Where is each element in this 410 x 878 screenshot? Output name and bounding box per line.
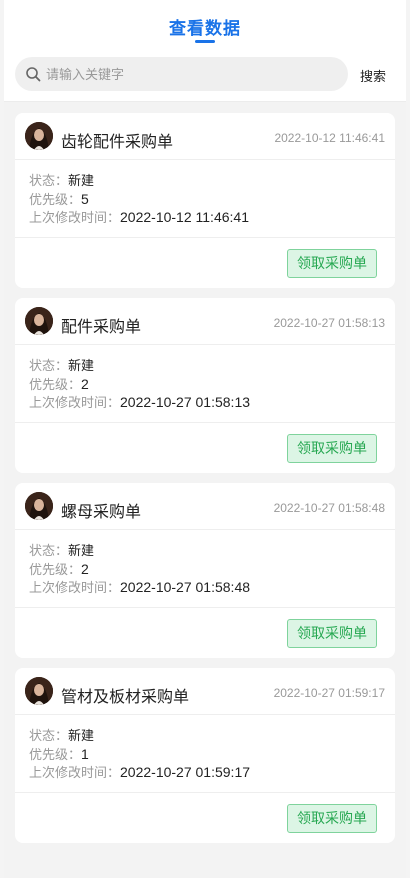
- modified-value: 2022-10-27 01:58:48: [120, 579, 251, 595]
- modified-label: 上次修改时间：: [29, 765, 121, 780]
- avatar: [25, 492, 53, 520]
- card-title: 管材及板材采购单: [61, 689, 190, 706]
- priority-value: 2: [81, 561, 89, 577]
- tab-active-indicator: [195, 40, 215, 43]
- card-details: 状态：新建 优先级：2 上次修改时间：2022-10-27 01:58:48: [15, 530, 395, 608]
- priority-row: 优先级：5: [29, 190, 395, 208]
- claim-order-button[interactable]: 领取采购单: [287, 434, 377, 463]
- priority-value: 1: [81, 746, 89, 762]
- card-timestamp: 2022-10-27 01:59:17: [273, 686, 385, 700]
- status-row: 状态：新建: [29, 172, 395, 190]
- modified-value: 2022-10-27 01:59:17: [120, 764, 251, 780]
- modified-value: 2022-10-12 11:46:41: [120, 209, 249, 225]
- order-card[interactable]: 齿轮配件采购单 2022-10-12 11:46:41 状态：新建 优先级：5 …: [15, 113, 395, 288]
- priority-value: 5: [81, 191, 89, 207]
- card-header: 配件采购单 2022-10-27 01:58:13: [15, 298, 395, 345]
- priority-row: 优先级：1: [29, 745, 395, 763]
- card-timestamp: 2022-10-12 11:46:41: [274, 131, 385, 145]
- status-row: 状态：新建: [29, 357, 395, 375]
- avatar: [25, 677, 53, 705]
- priority-label: 优先级：: [29, 377, 82, 392]
- order-card[interactable]: 管材及板材采购单 2022-10-27 01:59:17 状态：新建 优先级：1…: [15, 668, 395, 843]
- card-details: 状态：新建 优先级：5 上次修改时间：2022-10-12 11:46:41: [15, 160, 395, 238]
- avatar: [25, 307, 53, 335]
- priority-label: 优先级：: [29, 562, 82, 577]
- search-box[interactable]: [15, 57, 348, 91]
- modified-label: 上次修改时间：: [29, 210, 121, 225]
- card-header: 齿轮配件采购单 2022-10-12 11:46:41: [15, 113, 395, 160]
- status-label: 状态：: [29, 543, 69, 558]
- card-title: 螺母采购单: [61, 504, 142, 521]
- search-input[interactable]: [46, 66, 316, 82]
- order-card[interactable]: 配件采购单 2022-10-27 01:58:13 状态：新建 优先级：2 上次…: [15, 298, 395, 473]
- order-card[interactable]: 螺母采购单 2022-10-27 01:58:48 状态：新建 优先级：2 上次…: [15, 483, 395, 658]
- status-value: 新建: [68, 543, 95, 558]
- modified-row: 上次修改时间：2022-10-27 01:59:17: [29, 763, 395, 781]
- modified-row: 上次修改时间：2022-10-27 01:58:48: [29, 578, 395, 596]
- modified-row: 上次修改时间：2022-10-27 01:58:13: [29, 393, 395, 411]
- modified-value: 2022-10-27 01:58:13: [120, 394, 251, 410]
- status-label: 状态：: [29, 358, 69, 373]
- card-timestamp: 2022-10-27 01:58:13: [273, 316, 385, 330]
- tab-view-data[interactable]: 查看数据: [4, 14, 406, 39]
- card-header: 螺母采购单 2022-10-27 01:58:48: [15, 483, 395, 530]
- status-value: 新建: [68, 728, 95, 743]
- status-value: 新建: [68, 358, 95, 373]
- card-title: 齿轮配件采购单: [61, 134, 174, 151]
- claim-order-button[interactable]: 领取采购单: [287, 804, 377, 833]
- claim-order-button[interactable]: 领取采购单: [287, 619, 377, 648]
- priority-row: 优先级：2: [29, 375, 395, 393]
- priority-row: 优先级：2: [29, 560, 395, 578]
- modified-row: 上次修改时间：2022-10-12 11:46:41: [29, 208, 395, 226]
- avatar: [25, 122, 53, 150]
- status-label: 状态：: [29, 173, 69, 188]
- modified-label: 上次修改时间：: [29, 580, 121, 595]
- priority-label: 优先级：: [29, 192, 82, 207]
- card-title: 配件采购单: [61, 319, 142, 336]
- card-details: 状态：新建 优先级：2 上次修改时间：2022-10-27 01:58:13: [15, 345, 395, 423]
- status-row: 状态：新建: [29, 727, 395, 745]
- search-button[interactable]: 搜索: [360, 66, 386, 85]
- status-value: 新建: [68, 173, 95, 188]
- claim-order-button[interactable]: 领取采购单: [287, 249, 377, 278]
- page-header: 查看数据 搜索: [4, 0, 406, 102]
- status-row: 状态：新建: [29, 542, 395, 560]
- card-header: 管材及板材采购单 2022-10-27 01:59:17: [15, 668, 395, 715]
- modified-label: 上次修改时间：: [29, 395, 121, 410]
- status-label: 状态：: [29, 728, 69, 743]
- card-details: 状态：新建 优先级：1 上次修改时间：2022-10-27 01:59:17: [15, 715, 395, 793]
- priority-label: 优先级：: [29, 747, 82, 762]
- card-timestamp: 2022-10-27 01:58:48: [273, 501, 385, 515]
- priority-value: 2: [81, 376, 89, 392]
- search-icon: [26, 67, 41, 82]
